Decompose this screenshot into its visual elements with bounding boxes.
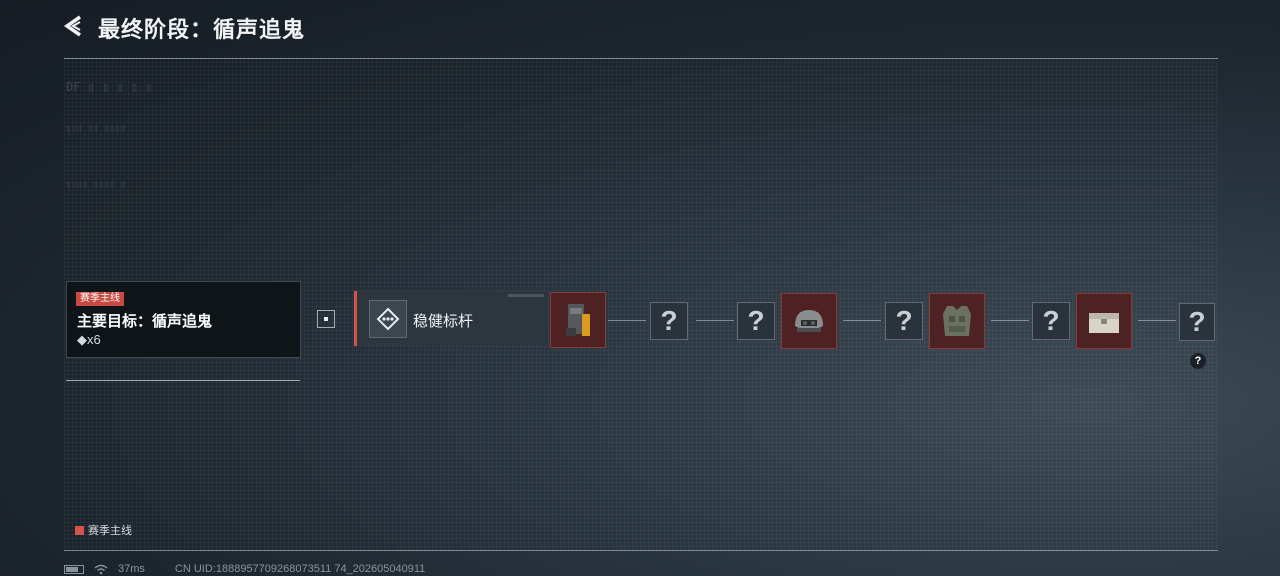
deco-text: DF ▯ ▯ ▯ ▯ ▯: [66, 80, 153, 94]
back-arrow-icon[interactable]: [62, 14, 86, 38]
wifi-icon: [94, 564, 108, 574]
season-main-tag: 赛季主线: [76, 292, 124, 306]
connector-line: [991, 320, 1029, 321]
status-bar: 37ms CN UID:1888957709268073511 74_20260…: [64, 563, 425, 575]
quest-title: 主要目标：循声追鬼: [77, 313, 213, 330]
reward-item-helmet[interactable]: [781, 293, 837, 349]
unknown-reward[interactable]: ?: [1179, 303, 1215, 341]
hint-question-icon[interactable]: ?: [1190, 353, 1206, 369]
ping-value: 37ms: [118, 563, 145, 575]
objective-label: 稳健标杆: [413, 313, 474, 330]
unknown-reward[interactable]: ?: [737, 302, 775, 340]
supply-crate-icon: [1089, 313, 1119, 333]
legend-swatch: [75, 525, 84, 535]
path-start-node: [317, 310, 335, 328]
connector-line: [696, 320, 734, 321]
bottom-divider: [64, 550, 1218, 551]
quest-underline: [66, 380, 300, 381]
legend-label: 赛季主线: [88, 525, 132, 537]
page-title: 最终阶段：循声追鬼: [98, 17, 306, 42]
connector-line: [843, 320, 881, 321]
quest-count: ◆x6: [77, 332, 101, 347]
top-divider: [64, 58, 1218, 59]
deco-text: ▯▯▯▯ ▯▯▯▯ ▯: [66, 180, 126, 190]
objective-strip: [508, 294, 544, 297]
unknown-reward[interactable]: ?: [1032, 302, 1070, 340]
helmet-icon: [795, 310, 823, 332]
battery-icon: [64, 564, 84, 574]
legend: 赛季主线: [75, 522, 132, 538]
objective-card[interactable]: 稳健标杆: [354, 291, 548, 346]
body-armor-icon: [943, 306, 971, 336]
unknown-reward[interactable]: ?: [885, 302, 923, 340]
unknown-reward[interactable]: ?: [650, 302, 688, 340]
uid-text: CN UID:1888957709268073511 74_2026050409…: [174, 563, 426, 575]
connector-line: [608, 320, 646, 321]
reward-item-body-armor[interactable]: [929, 293, 985, 349]
reward-item-supply-crate[interactable]: [1076, 293, 1132, 349]
armor-rig-icon: [566, 304, 590, 336]
objective-badge-icon: [369, 300, 407, 338]
deco-text: ▯▯▯ ▯▯ ▯▯▯▯: [66, 124, 126, 134]
main-quest-card[interactable]: 赛季主线 主要目标：循声追鬼 ◆x6: [66, 281, 301, 358]
reward-item-armor-rig[interactable]: [550, 292, 606, 348]
connector-line: [1138, 320, 1176, 321]
